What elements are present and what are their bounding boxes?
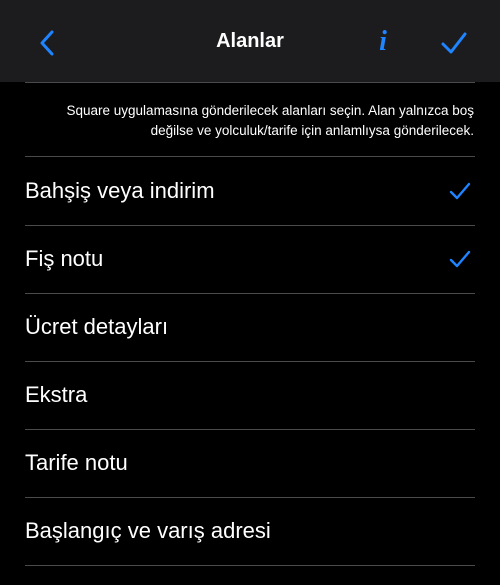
- navigation-bar: Alanlar i: [0, 0, 500, 82]
- field-row[interactable]: Ücret detayları: [25, 293, 475, 361]
- done-button[interactable]: [436, 26, 472, 60]
- field-label: Bahşiş veya indirim: [25, 178, 215, 203]
- info-icon: i: [379, 26, 387, 57]
- divider: [25, 82, 475, 83]
- info-button[interactable]: i: [366, 24, 400, 60]
- field-label: Başlangıç ve varış adresi: [25, 518, 271, 543]
- field-label: Fiş notu: [25, 246, 104, 271]
- field-row[interactable]: Başlangıç ve varış adresi: [25, 497, 475, 565]
- section-description: Square uygulamasına gönderilecek alanlar…: [66, 103, 475, 138]
- field-label: Tarife notu: [25, 450, 128, 475]
- page-title: Alanlar: [216, 30, 284, 52]
- divider: [25, 565, 475, 566]
- field-row[interactable]: Fiş notu: [25, 225, 475, 293]
- field-row[interactable]: Tarife notu: [25, 429, 475, 497]
- field-label: Ekstra: [25, 382, 88, 407]
- checkmark-icon: [441, 32, 467, 54]
- field-label: Ücret detayları: [25, 314, 169, 339]
- field-row[interactable]: Ekstra: [25, 361, 475, 429]
- field-row[interactable]: Bahşiş veya indirim: [25, 157, 475, 225]
- checkmark-icon: [449, 250, 471, 268]
- checkmark-icon: [449, 182, 471, 200]
